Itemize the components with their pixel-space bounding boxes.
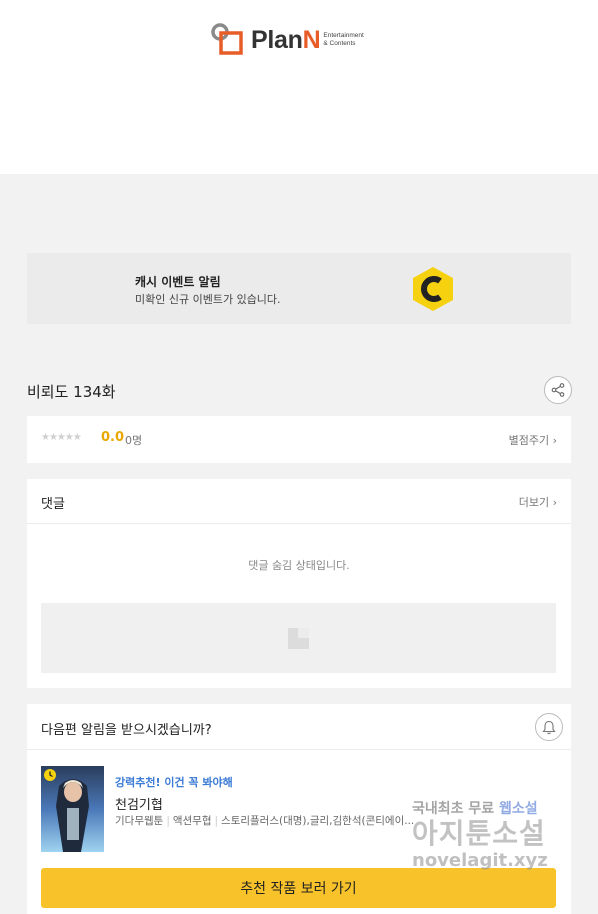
cash-event-banner[interactable]: 캐시 이벤트 알림 미확인 신규 이벤트가 있습니다. [27,253,571,324]
logo-tagline-2: & Contents [323,40,356,47]
comments-title: 댓글 [41,497,65,512]
comic-cover-art [41,766,104,852]
rating-count: 0명 [125,434,143,447]
logo-text-accent: N [302,25,321,54]
cash-event-description: 미확인 신규 이벤트가 있습니다. [135,293,281,306]
logo-tagline: Entertainment & Contents [323,32,363,48]
comments-hidden-message: 댓글 숨김 상태입니다. [248,559,350,572]
comments-header: 댓글 더보기 › [27,479,571,524]
view-recommended-button[interactable]: 추천 작품 보러 가기 [41,868,556,908]
rating-score: 0.0 [101,430,125,445]
comments-section: 댓글 더보기 › 댓글 숨김 상태입니다. [27,479,571,688]
recommend-meta: 기다무웹툰 | 액션무협 | 스토리플러스(대명),글리,김한석(콘티에이... [115,813,414,828]
recommend-genre-1: 기다무웹툰 [115,815,164,827]
next-episode-notification: 다음편 알림을 받으시겠습니까? 강력추천! 이건 꼭 봐야해 천검기협 기다무… [27,704,571,914]
episode-title: 비뢰도 134화 [27,383,116,401]
logo-tagline-1: Entertainment [323,32,364,39]
recommend-authors: 스토리플러스(대명),글리,김한석(콘티에이... [221,815,415,827]
logo-wordmark: PlanN [251,25,321,55]
image-placeholder-icon [288,628,309,649]
meta-separator: | [166,815,170,827]
notification-header: 다음편 알림을 받으시겠습니까? [27,704,571,750]
recommend-genre-2: 액션무협 [172,815,212,827]
bell-button[interactable] [535,713,563,741]
cash-event-title: 캐시 이벤트 알림 [135,275,221,289]
rate-button[interactable]: 별점주기 › [509,432,557,448]
recommend-title[interactable]: 천검기협 [115,794,163,813]
share-button[interactable] [544,376,572,404]
star-rating: ★★★★★ [41,432,82,443]
notification-title: 다음편 알림을 받으시겠습니까? [41,723,212,738]
plann-logo[interactable]: PlanN Entertainment & Contents [211,20,364,60]
rating-bar: ★★★★★ 0.0 0명 별점주기 › [27,416,571,463]
cash-coin-icon [413,267,453,311]
logo-text-main: Plan [251,25,303,54]
recommended-comic-thumbnail[interactable] [41,766,104,852]
comments-more-link[interactable]: 더보기 › [519,494,557,510]
plann-logo-icon [211,23,243,55]
ad-placeholder [41,603,556,673]
header-banner: PlanN Entertainment & Contents [0,0,598,174]
meta-separator: | [214,815,219,827]
bell-icon [542,720,556,734]
recommend-tag: 강력추천! 이건 꼭 봐야해 [115,776,233,789]
share-icon [551,383,565,397]
